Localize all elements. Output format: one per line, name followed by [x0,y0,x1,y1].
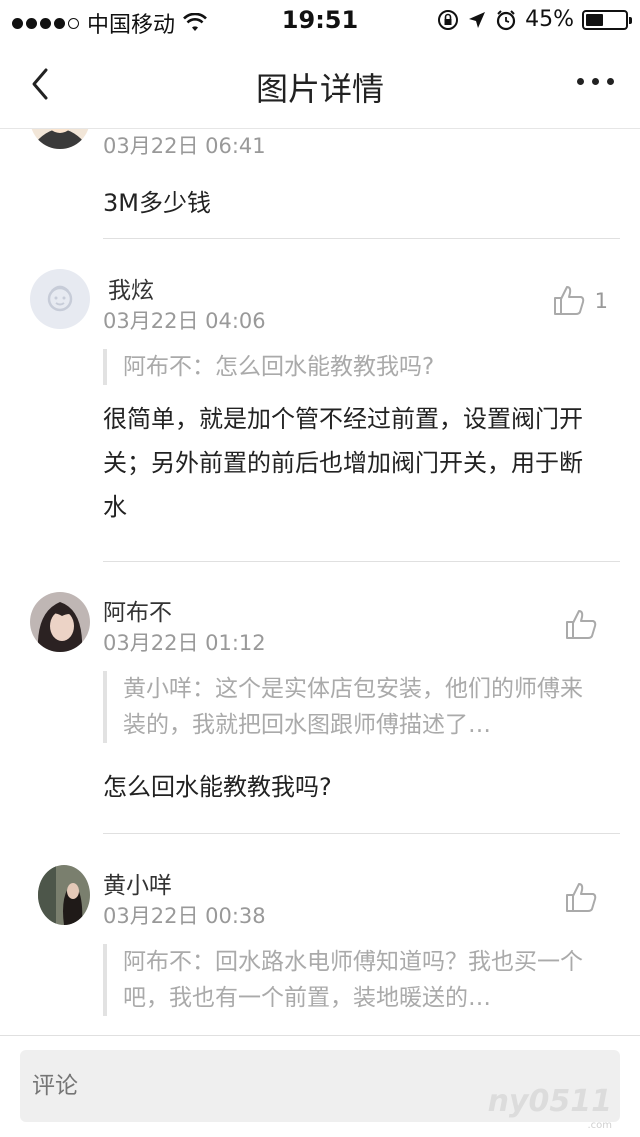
divider [103,833,620,834]
location-arrow-icon [469,11,486,28]
comment-text: 怎么回水能教教我吗? [103,773,332,801]
quoted-reply: 阿布不：怎么回水能教教我吗? [103,349,600,385]
like-count: 1 [594,289,608,313]
thumbs-up-icon[interactable] [552,283,586,317]
comment-time: 03月22日 00:38 [103,904,266,928]
comment-time: 03月22日 06:41 [103,134,266,158]
comment-author[interactable]: 我炫 [108,271,154,305]
quoted-reply: 阿布不：回水路水电师傅知道吗？我也买一个吧，我也有一个前置，装地暖送的… [103,944,600,1016]
status-bar: 中国移动 19:51 45% [0,0,640,40]
status-right: 45% [437,7,632,32]
watermark-domain: .com [587,1120,612,1131]
comment-bar: ny0511 .com [0,1035,640,1137]
alarm-clock-icon [496,9,516,30]
avatar[interactable] [30,269,90,329]
comment-author[interactable]: 阿布不 [103,593,172,627]
list-item: 03月22日 06:41 3M多少钱 [0,129,640,239]
battery-percent: 45% [525,7,574,32]
more-dots-icon[interactable] [577,78,614,85]
battery-icon [582,9,632,30]
avatar[interactable] [38,865,90,925]
comment-time: 03月22日 04:06 [103,309,266,333]
comment-list[interactable]: 03月22日 06:41 3M多少钱 我炫 03月22日 04:06 1 阿布不… [0,129,640,1035]
battery-fill [586,13,603,26]
comment-time: 03月22日 01:12 [103,631,266,655]
comment-text: 3M多少钱 [103,189,211,217]
thumbs-up-icon[interactable] [564,607,598,641]
navigation-bar: 图片详情 [0,40,640,129]
list-item: 阿布不 03月22日 01:12 黄小咩：这个是实体店包安装，他们的师傅来装的，… [0,591,640,831]
watermark-logo: ny0511 [487,1084,612,1119]
divider [103,561,620,562]
list-item: 我炫 03月22日 04:06 1 阿布不：怎么回水能教教我吗? 很简单，就是加… [0,269,640,559]
thumbs-up-icon[interactable] [564,880,598,914]
comment-text: 很简单，就是加个管不经过前置，设置阀门开关；另外前置的前后也增加阀门开关，用于断… [103,405,583,521]
comment-author[interactable]: 黄小咩 [103,866,172,900]
page-title: 图片详情 [255,70,384,108]
orientation-lock-icon [438,9,459,30]
avatar[interactable] [30,592,90,652]
avatar[interactable] [30,129,90,149]
quoted-reply: 黄小咩：这个是实体店包安装，他们的师傅来装的，我就把回水图跟师傅描述了… [103,671,600,743]
list-item: 黄小咩 03月22日 00:38 阿布不：回水路水电师傅知道吗？我也买一个吧，我… [0,864,640,1035]
divider [103,238,620,239]
